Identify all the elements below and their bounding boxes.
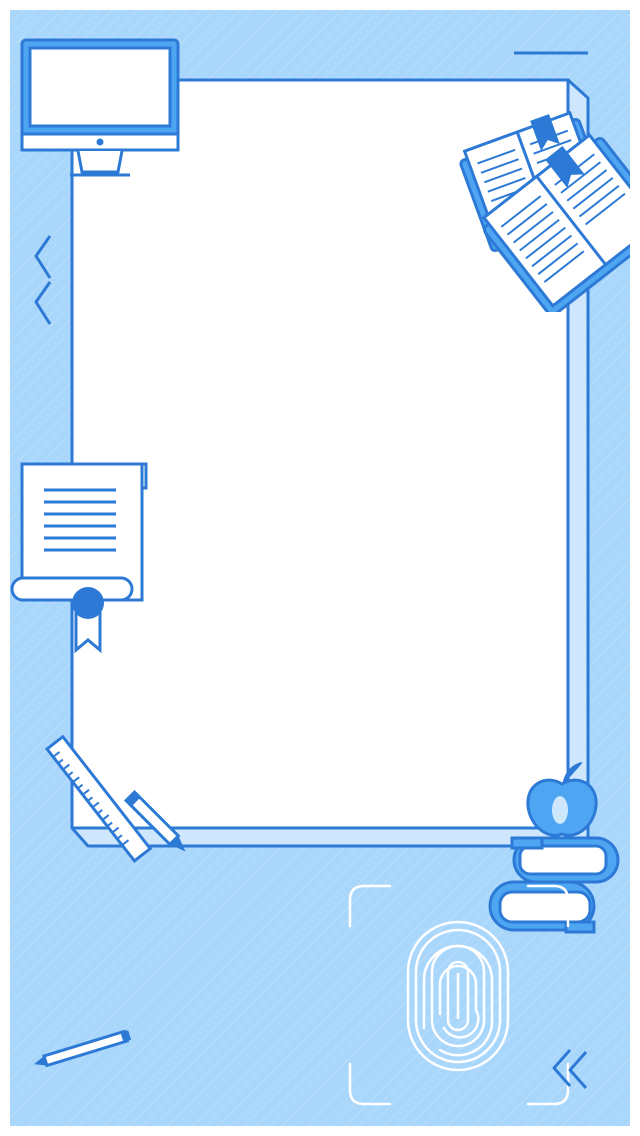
zigzag-icon <box>32 234 54 328</box>
top-right-dash <box>514 50 590 56</box>
zigzag-icon <box>548 1046 592 1094</box>
pencil-icon <box>32 1028 136 1072</box>
diploma-scroll-icon <box>10 462 150 656</box>
apple-icon <box>524 762 600 842</box>
open-books-icon <box>456 92 630 312</box>
pencil-icon <box>120 786 200 866</box>
fingerprint-icon <box>404 918 512 1074</box>
monitor-icon <box>20 38 182 180</box>
poster-background <box>10 10 630 1126</box>
